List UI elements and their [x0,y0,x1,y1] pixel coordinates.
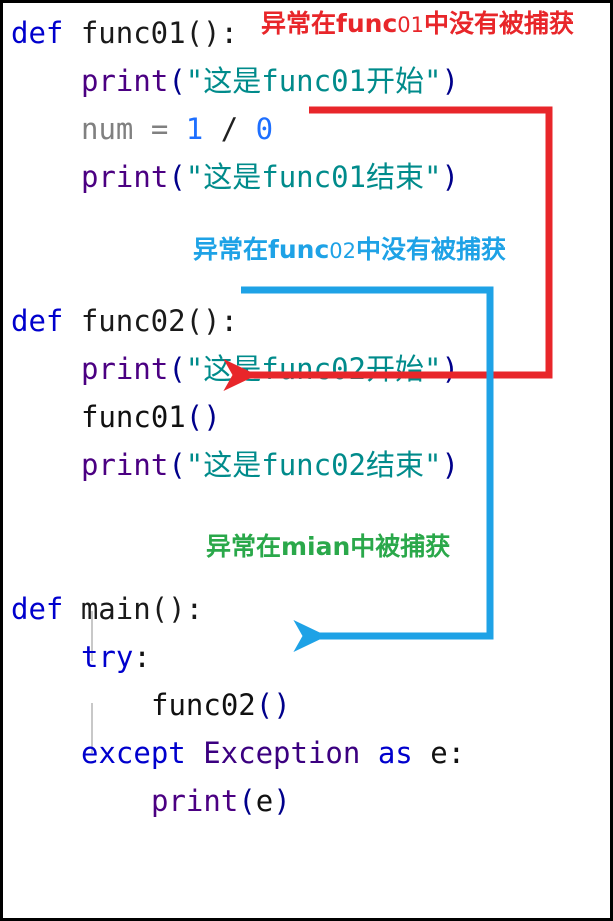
annotation-func02-uncaught: 异常在func02中没有被捕获 [193,237,506,262]
code-line: def func01(): [11,9,238,57]
code-token: 1 [185,112,204,146]
code-line: func01() [81,393,221,441]
annotation-main-caught: 异常在mian中被捕获 [206,534,450,559]
code-token: "这是func01开始" [185,64,442,98]
code-token: 0 [255,112,274,146]
code-token: ) [273,784,291,818]
code-line: def main(): [11,585,203,633]
code-token: / [203,112,256,146]
code-token: func01(): [80,16,238,50]
code-token: () [185,400,221,434]
code-token: ) [441,352,459,386]
python-code-block: def func01(): print("这是func01开始") num = 1 … [3,3,610,918]
annotation-lead: 异常在func [193,235,330,264]
annotation-subscript: 02 [329,239,357,263]
code-line: print("这是func01结束") [81,153,459,201]
annotation-lead: 异常在func [261,9,398,38]
code-token: except [81,736,204,770]
code-token: print [81,352,169,386]
code-token: ) [441,64,459,98]
code-token: Exception [203,736,361,770]
code-token: ( [168,160,186,194]
code-token: e: [430,736,466,770]
code-token: ( [168,64,186,98]
code-line: print("这是func02结束") [81,441,459,489]
annotation-tail: 中被捕获 [350,532,451,561]
code-token: print [151,784,239,818]
annotation-lead: 异常在mian [206,532,351,561]
annotation-subscript: 01 [397,13,425,37]
code-token: ( [238,784,256,818]
code-token: print [81,64,169,98]
annotation-func01-uncaught: 异常在func01中没有被捕获 [261,11,574,36]
code-token: try [81,640,134,674]
code-token: "这是func02开始" [185,352,442,386]
code-token: num [81,112,134,146]
annotation-tail: 中没有被捕获 [356,235,507,264]
code-token: print [81,448,169,482]
code-token: func01 [81,400,186,434]
code-line: try: [81,633,151,681]
code-line: print("这是func02开始") [81,345,459,393]
code-token: e [255,784,274,818]
code-token: : [133,640,151,674]
code-token: ( [168,352,186,386]
code-token: def [11,304,81,338]
code-line: except Exception as e: [81,729,465,777]
code-line: print(e) [151,777,291,825]
code-token: def [11,16,81,50]
code-token: main(): [80,592,204,626]
code-illustration-canvas: def func01(): print("这是func01开始") num = 1 … [0,0,613,921]
code-line: print("这是func01开始") [81,57,459,105]
code-token: ) [441,160,459,194]
code-line: num = 1 / 0 [81,105,273,153]
code-token: as [360,736,431,770]
code-token: ) [441,448,459,482]
code-token: "这是func02结束" [185,448,442,482]
code-token: print [81,160,169,194]
code-token: () [255,688,291,722]
annotation-tail: 中没有被捕获 [424,9,575,38]
code-token: func02 [151,688,256,722]
code-token: ( [168,448,186,482]
code-line: def func02(): [11,297,238,345]
code-token: def [11,592,81,626]
code-line: func02() [151,681,291,729]
code-token: = [133,112,186,146]
code-token: "这是func01结束" [185,160,442,194]
code-token: func02(): [80,304,238,338]
